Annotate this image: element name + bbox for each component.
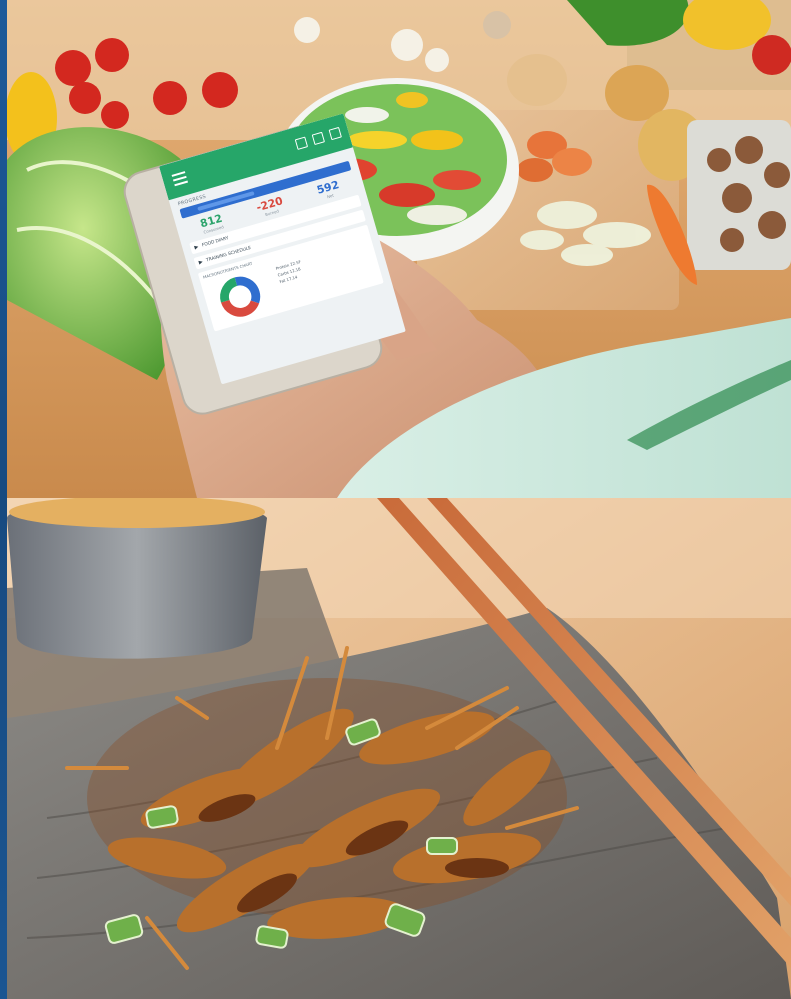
left-blue-edge [0,0,7,999]
stat-net: 592 Net [315,178,341,200]
stat-consumed: 812 Consumed [198,211,225,235]
calendar-icon[interactable] [294,136,309,150]
photo-phone-diet-app: PROGRESS 812 Consumed -220 Burned 592 Ne… [7,0,791,498]
photo-fried-grasshoppers [7,498,791,999]
macronutrients-donut-chart [220,276,261,317]
play-icon [198,259,204,265]
stat-burned: -220 Burned [254,194,285,218]
play-icon [194,244,199,250]
home-icon[interactable] [311,131,325,146]
chart-legend: Protein 22.5F Carbs 12.18 Fat 17.14 [275,259,302,285]
menu-icon[interactable] [171,171,189,189]
message-icon[interactable] [328,126,342,141]
